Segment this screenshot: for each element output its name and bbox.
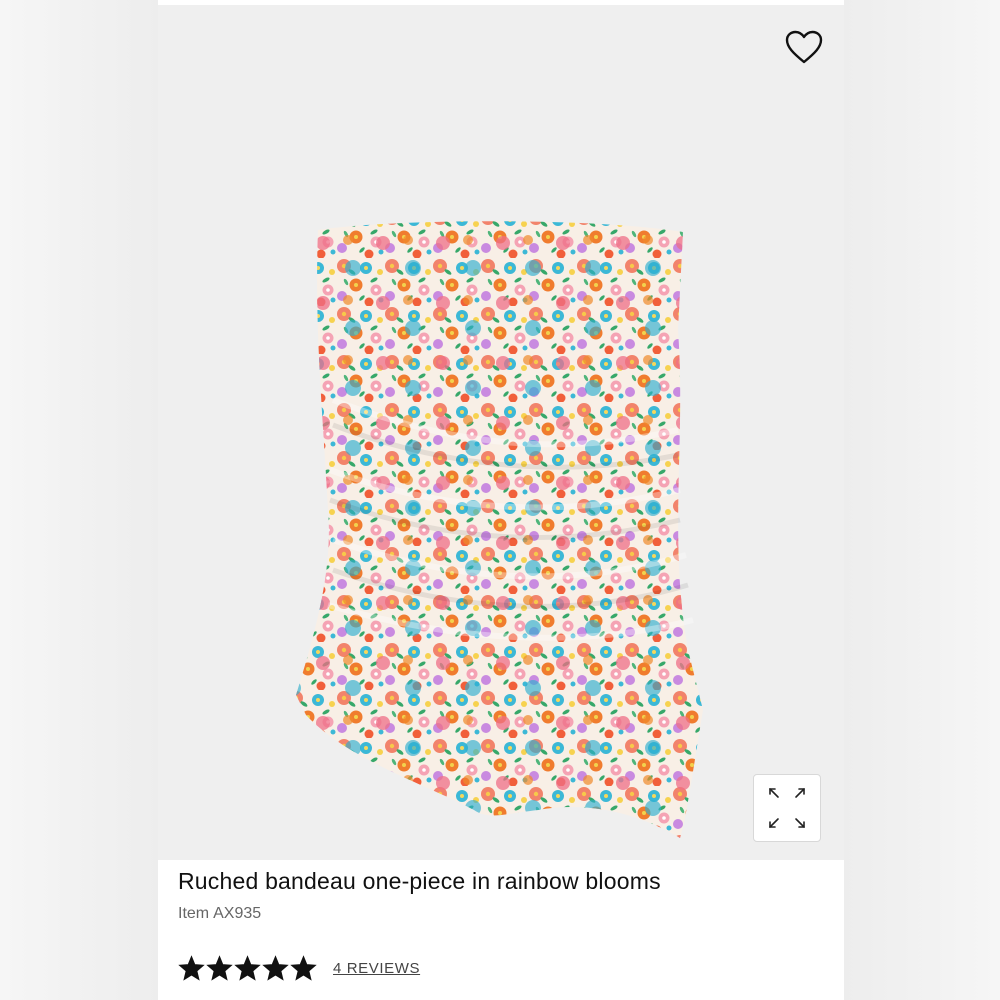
background-left xyxy=(0,0,158,1000)
item-code: AX935 xyxy=(213,905,262,922)
background-right xyxy=(844,0,1000,1000)
star-icon xyxy=(262,954,289,981)
rating-row: 4 REVIEWS xyxy=(178,952,420,984)
star-icon xyxy=(206,954,233,981)
swimsuit-image xyxy=(296,221,703,838)
star-icon xyxy=(290,954,317,981)
expand-image-button[interactable] xyxy=(753,774,821,842)
heart-icon xyxy=(785,30,823,64)
star-icon xyxy=(234,954,261,981)
item-label: Item xyxy=(178,905,210,922)
favorite-button[interactable] xyxy=(782,25,826,69)
reviews-link[interactable]: 4 REVIEWS xyxy=(333,960,420,977)
product-card: Ruched bandeau one-piece in rainbow bloo… xyxy=(158,0,844,1000)
item-number: Item AX935 xyxy=(178,905,265,923)
product-title: Ruched bandeau one-piece in rainbow bloo… xyxy=(178,868,661,894)
star-rating xyxy=(178,954,318,982)
product-image-area xyxy=(158,5,844,860)
star-icon xyxy=(178,954,205,981)
expand-icon xyxy=(769,788,805,828)
